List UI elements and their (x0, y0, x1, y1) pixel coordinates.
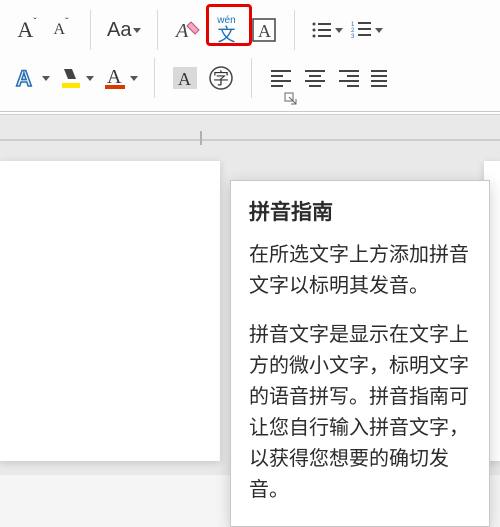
align-right-button[interactable] (332, 61, 366, 95)
clear-format-icon: A (174, 17, 202, 43)
dialog-launcher-icon (284, 92, 298, 106)
shrink-font-icon: A (54, 21, 66, 39)
list-group: 1 2 3 (301, 6, 393, 54)
svg-text:字: 字 (213, 70, 229, 88)
change-case-button[interactable]: Aa (103, 13, 145, 47)
alignment-group (258, 54, 398, 102)
highlight-icon (58, 65, 84, 91)
ribbon-row-2: A A (0, 54, 500, 102)
align-center-button[interactable] (298, 61, 332, 95)
align-center-icon (304, 68, 326, 88)
ribbon-footer (0, 102, 500, 112)
ribbon: A ˇ A ˇ Aa A wén (0, 0, 500, 115)
separator (157, 10, 158, 50)
chevron-down-icon (375, 28, 383, 33)
text-transform-group: Aa (97, 6, 151, 54)
char-border-icon: A (250, 16, 278, 44)
ribbon-row-1: A ˇ A ˇ Aa A wén (0, 6, 500, 54)
font-size-group: A ˇ A ˇ (4, 6, 84, 54)
text-effects-icon: A (14, 65, 40, 91)
clear-formatting-button[interactable]: A (170, 13, 206, 47)
numbered-list-icon: 1 2 3 (351, 20, 373, 40)
phonetic-guide-char: 文 (217, 26, 235, 44)
chevron-down-icon (133, 28, 141, 33)
font-dialog-launcher[interactable] (282, 90, 300, 108)
chevron-down-icon (86, 76, 94, 81)
font-color-icon: A (102, 65, 128, 91)
ruler[interactable] (0, 139, 500, 141)
caret-down-icon: ˇ (65, 17, 68, 28)
font-color-button[interactable]: A (98, 61, 142, 95)
svg-text:A: A (174, 20, 189, 42)
tooltip-title: 拼音指南 (249, 197, 471, 230)
separator (90, 10, 91, 50)
align-right-icon (338, 68, 360, 88)
text-effects-button[interactable]: A (10, 61, 54, 95)
page[interactable] (0, 161, 220, 461)
asian-layout-group: A wén 文 A (164, 6, 288, 54)
ruler-tick (200, 131, 202, 145)
shrink-font-button[interactable]: A ˇ (44, 13, 78, 47)
tooltip-paragraph-2: 拼音文字是显示在文字上方的微小文字，标明文字的语音拼写。拼音指南可让您自行输入拼… (249, 320, 471, 506)
enclose-char-icon: 字 (207, 64, 235, 92)
svg-text:A: A (16, 66, 32, 91)
enclose-characters-button[interactable]: 字 (203, 61, 239, 95)
separator (154, 58, 155, 98)
grow-font-icon: A (17, 17, 33, 43)
caret-up-icon: ˇ (33, 17, 36, 28)
svg-text:A: A (258, 21, 271, 41)
bullet-list-icon (311, 20, 333, 40)
tooltip-paragraph-1: 在所选文字上方添加拼音文字以标明其发音。 (249, 240, 471, 302)
svg-text:A: A (107, 66, 122, 88)
tooltip-phonetic-guide: 拼音指南 在所选文字上方添加拼音文字以标明其发音。 拼音文字是显示在文字上方的微… (230, 180, 490, 527)
highlight-button[interactable] (54, 61, 98, 95)
grow-font-button[interactable]: A ˇ (10, 13, 44, 47)
align-justify-button[interactable] (366, 61, 392, 95)
character-border-button[interactable]: A (246, 13, 282, 47)
numbered-list-button[interactable]: 1 2 3 (347, 13, 387, 47)
chevron-down-icon (42, 76, 50, 81)
change-case-icon: Aa (107, 19, 131, 42)
char-bg-group: A 字 (161, 54, 245, 102)
chevron-down-icon (335, 28, 343, 33)
separator (294, 10, 295, 50)
separator (251, 58, 252, 98)
font-style-group: A A (4, 54, 148, 102)
chevron-down-icon (130, 76, 138, 81)
align-justify-icon (370, 68, 388, 88)
phonetic-guide-button[interactable]: wén 文 (206, 11, 246, 49)
svg-text:A: A (178, 69, 191, 89)
align-left-icon (270, 68, 292, 88)
char-shading-icon: A (171, 65, 199, 91)
svg-text:3: 3 (351, 34, 355, 40)
bullet-list-button[interactable] (307, 13, 347, 47)
character-shading-button[interactable]: A (167, 61, 203, 95)
